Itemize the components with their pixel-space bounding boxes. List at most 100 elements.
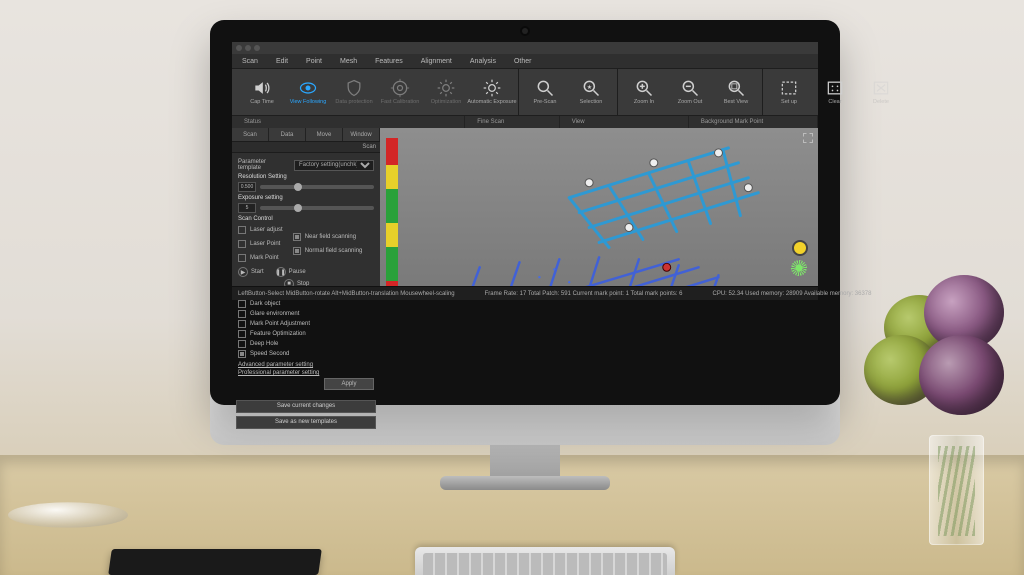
scan-control-header: Scan Control [238, 216, 374, 222]
status-bar: LeftButton-Select MidButton-rotate Alt+M… [232, 286, 818, 300]
save-changes-button[interactable]: Save current changes [236, 400, 376, 413]
notebook-prop [108, 549, 322, 575]
best-view-label: Best View [724, 100, 748, 106]
near-field-check[interactable] [293, 233, 301, 241]
automatic-exposure-label: Automatic Exposure [467, 100, 516, 106]
clear-button[interactable]: Clear [815, 78, 855, 106]
selection-label: Selection [580, 100, 603, 106]
exposure-value[interactable]: 5 [238, 203, 256, 213]
zoom-fit-icon [726, 78, 746, 98]
app-window: Scan Edit Point Mesh Features Alignment Analys… [232, 42, 818, 300]
fast-calibration-button[interactable]: Fast Calibration [380, 78, 420, 106]
rect-dashed-icon [779, 78, 799, 98]
scan-setting-label-1: Glare environment [250, 311, 299, 317]
resolution-value[interactable]: 0.500 [238, 182, 256, 192]
sidebar-tab-data[interactable]: Data [269, 128, 306, 141]
scan-setting-check-5[interactable] [238, 350, 246, 358]
toolbar: Cap Time View Following Data protectionFas… [232, 68, 818, 116]
menu-analysis[interactable]: Analysis [470, 58, 496, 65]
selection-button[interactable]: ★ Selection [571, 78, 611, 106]
automatic-exposure-button[interactable]: Automatic Exposure [472, 78, 512, 106]
delete-label: Delete [873, 100, 889, 106]
advanced-link[interactable]: Advanced parameter setting [238, 362, 313, 368]
menu-other[interactable]: Other [514, 58, 532, 65]
start-button[interactable]: ▶Start [238, 267, 264, 277]
optimization-button[interactable]: Optimization [426, 78, 466, 106]
magnifier-star-icon: ★ [581, 78, 601, 98]
scan-setting-label-2: Mark Point Adjustment [250, 321, 310, 327]
scan-setting-check-1[interactable] [238, 310, 246, 318]
exposure-header: Exposure setting [238, 195, 374, 201]
laser-point-check[interactable] [238, 240, 246, 248]
pause-button[interactable]: ❚❚Pause [276, 267, 306, 277]
mark-point-check[interactable] [238, 254, 246, 262]
laser-adjust-check[interactable] [238, 226, 246, 234]
toolbar-sections: StatusFine ScanViewBackground Mark Point [232, 116, 818, 128]
apply-button[interactable]: Apply [324, 378, 374, 390]
pause-icon: ❚❚ [276, 267, 286, 277]
speaker-icon [252, 78, 272, 98]
pause-label: Pause [289, 269, 306, 275]
delete-button[interactable]: Delete [861, 78, 901, 106]
sidebar-subtab[interactable]: Scan [232, 142, 380, 153]
resolution-slider[interactable] [260, 185, 374, 189]
sidebar-tab-window[interactable]: Window [343, 128, 380, 141]
scan-setting-check-2[interactable] [238, 320, 246, 328]
zoom-in-button[interactable]: Zoom In [624, 78, 664, 106]
menu-scan[interactable]: Scan [242, 58, 258, 65]
zoom-in-label: Zoom In [634, 100, 654, 106]
best-view-button[interactable]: Best View [716, 78, 756, 106]
3d-viewport[interactable] [380, 128, 818, 286]
svg-text:★: ★ [587, 84, 592, 91]
zoom-out-button[interactable]: Zoom Out [670, 78, 710, 106]
sidebar-tabs: ScanDataMoveWindow [232, 128, 380, 142]
laser-point-label: Laser Point [250, 241, 280, 247]
rect-dots-icon [825, 78, 845, 98]
scan-setting-check-4[interactable] [238, 340, 246, 348]
keyboard-prop [415, 547, 675, 575]
save-template-button[interactable]: Save as new templates [236, 416, 376, 429]
pre-scan-button[interactable]: Pre-Scan [525, 78, 565, 106]
scan-setting-label-4: Deep Hole [250, 341, 278, 347]
ashtray-prop [8, 485, 128, 545]
zoom-out-label: Zoom Out [678, 100, 702, 106]
status-right: CPU: 52.34 Used memory: 28909 Available … [713, 291, 872, 297]
menu-alignment[interactable]: Alignment [421, 58, 452, 65]
scan-setting-label-3: Feature Optimization [250, 331, 306, 337]
param-template-label: Parameter template [238, 159, 290, 171]
gear-icon [436, 78, 456, 98]
status-left: LeftButton-Select MidButton-rotate Alt+M… [238, 291, 455, 297]
eye-icon [298, 78, 318, 98]
distance-gauge [386, 138, 398, 286]
sidebar-tab-scan[interactable]: Scan [232, 128, 269, 141]
menu-edit[interactable]: Edit [276, 58, 288, 65]
section-status: Status [232, 116, 465, 128]
near-field-label: Near field scanning [305, 234, 356, 240]
menu-features[interactable]: Features [375, 58, 403, 65]
mark-point-label: Mark Point [250, 255, 279, 261]
sidebar-tab-move[interactable]: Move [306, 128, 343, 141]
normal-field-check[interactable] [293, 247, 301, 255]
clear-label: Clear [828, 100, 841, 106]
professional-link[interactable]: Professional parameter setting [238, 370, 319, 376]
cap-time-button[interactable]: Cap Time [242, 78, 282, 106]
section-fine-scan: Fine Scan [465, 116, 559, 128]
shield-icon [344, 78, 364, 98]
normal-field-label: Normal field scanning [305, 248, 363, 254]
rect-x-icon [871, 78, 891, 98]
data-protection-button[interactable]: Data protection [334, 78, 374, 106]
start-label: Start [251, 269, 264, 275]
magnifier-icon [535, 78, 555, 98]
zoom-out-icon [680, 78, 700, 98]
scan-setting-check-3[interactable] [238, 330, 246, 338]
view-following-button[interactable]: View Following [288, 78, 328, 106]
menu-point[interactable]: Point [306, 58, 322, 65]
scan-setting-check-0[interactable] [238, 300, 246, 308]
view-following-label: View Following [290, 100, 327, 106]
param-template-select[interactable]: Factory setting(unchk) [294, 160, 374, 171]
menu-mesh[interactable]: Mesh [340, 58, 357, 65]
webcam [522, 28, 528, 34]
set-up-button[interactable]: Set up [769, 78, 809, 106]
exposure-slider[interactable] [260, 206, 374, 210]
window-titlebar [232, 42, 818, 54]
